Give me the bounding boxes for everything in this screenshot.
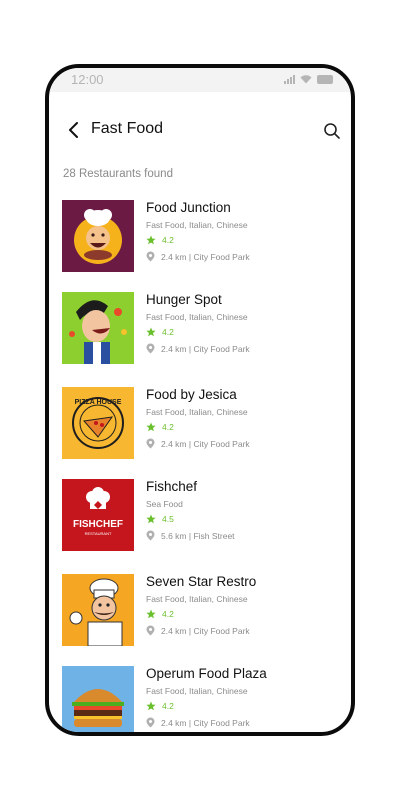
rating: 4.2	[146, 327, 174, 337]
restaurant-cuisine: Sea Food	[146, 499, 183, 509]
wifi-icon	[300, 75, 312, 84]
status-time: 12:00	[71, 72, 104, 87]
location-text: 2.4 km | City Food Park	[161, 625, 250, 636]
restaurant-cuisine: Fast Food, Italian, Chinese	[146, 312, 248, 322]
restaurant-name: Food Junction	[146, 200, 231, 215]
location-pin-icon	[146, 717, 155, 728]
back-arrow-icon[interactable]	[65, 120, 85, 140]
restaurant-logo	[62, 200, 134, 272]
restaurant-cuisine: Fast Food, Italian, Chinese	[146, 407, 248, 417]
restaurant-cuisine: Fast Food, Italian, Chinese	[146, 220, 248, 230]
restaurant-item[interactable]: Hunger Spot Fast Food, Italian, Chinese …	[62, 292, 332, 364]
location: 2.4 km | City Food Park	[146, 625, 250, 636]
star-icon	[146, 422, 156, 432]
header: Fast Food	[49, 116, 351, 146]
star-icon	[146, 514, 156, 524]
location-text: 2.4 km | City Food Park	[161, 717, 250, 728]
pizza-house-logo: PIZZA HOUSE	[62, 387, 134, 459]
rating: 4.2	[146, 235, 174, 245]
search-icon[interactable]	[323, 122, 341, 140]
rating: 4.2	[146, 422, 174, 432]
restaurant-name: Seven Star Restro	[146, 574, 257, 589]
rating-value: 4.2	[162, 422, 174, 432]
location-pin-icon	[146, 625, 155, 636]
location-text: 2.4 km | City Food Park	[161, 438, 250, 449]
restaurant-logo	[62, 292, 134, 364]
star-icon	[146, 609, 156, 619]
results-count: 28 Restaurants found	[63, 168, 173, 180]
fishchef-logo: FISHCHEF RESTAURANT	[62, 479, 134, 551]
restaurant-item[interactable]: Operum Food Plaza Fast Food, Italian, Ch…	[62, 666, 332, 732]
restaurant-item[interactable]: PIZZA HOUSE Food by Jesica Fast Food, It…	[62, 387, 332, 459]
restaurant-name: Operum Food Plaza	[146, 666, 267, 681]
location: 5.6 km | Fish Street	[146, 530, 235, 541]
rating: 4.5	[146, 514, 174, 524]
status-bar: 12:00	[49, 68, 351, 92]
restaurant-item[interactable]: FISHCHEF RESTAURANT Fishchef Sea Food 4.…	[62, 479, 332, 551]
chef-eating-logo	[62, 200, 134, 272]
logo-subtext: RESTAURANT	[85, 531, 112, 536]
restaurant-item[interactable]: Seven Star Restro Fast Food, Italian, Ch…	[62, 574, 332, 646]
restaurant-cuisine: Fast Food, Italian, Chinese	[146, 686, 248, 696]
restaurant-name: Food by Jesica	[146, 387, 237, 402]
rating: 4.2	[146, 701, 174, 711]
status-icons	[284, 74, 333, 84]
rating-value: 4.5	[162, 514, 174, 524]
location-text: 2.4 km | City Food Park	[161, 343, 250, 354]
restaurant-logo	[62, 574, 134, 646]
location: 2.4 km | City Food Park	[146, 717, 250, 728]
location-pin-icon	[146, 343, 155, 354]
rating-value: 4.2	[162, 609, 174, 619]
star-icon	[146, 235, 156, 245]
location-pin-icon	[146, 530, 155, 541]
location-text: 2.4 km | City Food Park	[161, 251, 250, 262]
restaurant-name: Hunger Spot	[146, 292, 222, 307]
location-text: 5.6 km | Fish Street	[161, 530, 235, 541]
restaurant-item[interactable]: Food Junction Fast Food, Italian, Chines…	[62, 200, 332, 272]
restaurant-logo: FISHCHEF RESTAURANT	[62, 479, 134, 551]
location-pin-icon	[146, 251, 155, 262]
logo-text: FISHCHEF	[73, 519, 123, 530]
rating-value: 4.2	[162, 701, 174, 711]
rating-value: 4.2	[162, 327, 174, 337]
page-title: Fast Food	[91, 120, 164, 137]
restaurant-logo	[62, 666, 134, 732]
restaurant-name: Fishchef	[146, 479, 198, 494]
restaurant-logo: PIZZA HOUSE	[62, 387, 134, 459]
logo-text: PIZZA HOUSE	[75, 399, 122, 406]
burger-logo	[62, 666, 134, 732]
battery-icon	[317, 75, 333, 84]
hungry-man-logo	[62, 292, 134, 364]
rating-value: 4.2	[162, 235, 174, 245]
phone-frame: 12:00 Fast Food 28 Restaurants found Foo…	[45, 64, 355, 736]
location: 2.4 km | City Food Park	[146, 438, 250, 449]
location: 2.4 km | City Food Park	[146, 251, 250, 262]
restaurant-cuisine: Fast Food, Italian, Chinese	[146, 594, 248, 604]
signal-icon	[284, 75, 295, 84]
rating: 4.2	[146, 609, 174, 619]
location-pin-icon	[146, 438, 155, 449]
star-icon	[146, 327, 156, 337]
chef-mascot-logo	[62, 574, 134, 646]
star-icon	[146, 701, 156, 711]
location: 2.4 km | City Food Park	[146, 343, 250, 354]
